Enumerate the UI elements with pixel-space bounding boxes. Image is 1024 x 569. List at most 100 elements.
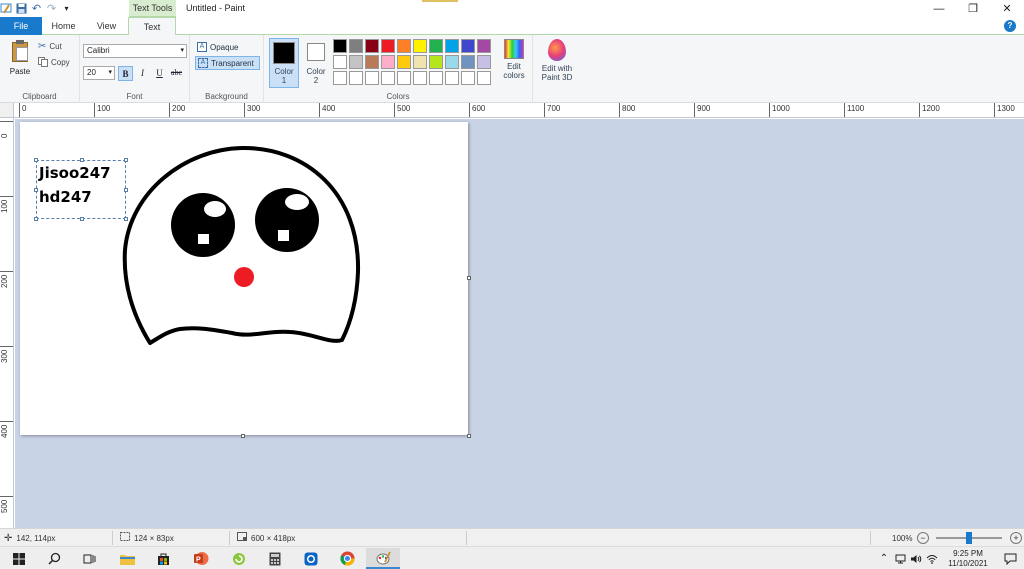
ribbon-tabs: File Home View Text ? bbox=[0, 17, 1024, 36]
palette-swatch[interactable] bbox=[365, 55, 379, 69]
minimize-button[interactable]: — bbox=[922, 0, 956, 17]
calculator-button[interactable] bbox=[258, 548, 292, 569]
help-button[interactable]: ? bbox=[1004, 20, 1016, 32]
resize-handle[interactable] bbox=[34, 217, 38, 221]
chrome-button[interactable] bbox=[330, 548, 364, 569]
palette-swatch[interactable] bbox=[461, 39, 475, 53]
greenshot-button[interactable] bbox=[222, 548, 256, 569]
drawing-canvas[interactable]: Jisoo247 hd247 bbox=[20, 122, 468, 435]
search-button[interactable] bbox=[37, 548, 71, 569]
font-size-select[interactable]: 20 ▾ bbox=[83, 66, 115, 80]
paint-icon bbox=[376, 551, 391, 565]
resize-handle[interactable] bbox=[124, 158, 128, 162]
palette-swatch[interactable] bbox=[349, 55, 363, 69]
transparent-button[interactable]: A Transparent bbox=[195, 56, 260, 70]
palette-swatch[interactable] bbox=[349, 39, 363, 53]
color1-label: Color bbox=[274, 67, 294, 76]
task-view-button[interactable] bbox=[72, 548, 106, 569]
palette-swatch[interactable] bbox=[445, 71, 459, 85]
status-separator bbox=[112, 531, 113, 545]
canvas-resize-handle-corner[interactable] bbox=[467, 434, 471, 438]
palette-swatch[interactable] bbox=[413, 71, 427, 85]
tab-text[interactable]: Text bbox=[128, 17, 176, 36]
undo-icon[interactable]: ↶ bbox=[30, 2, 43, 15]
resize-handle[interactable] bbox=[34, 158, 38, 162]
palette-swatch[interactable] bbox=[445, 55, 459, 69]
cut-label: Cut bbox=[49, 42, 62, 51]
paint-taskbar-button[interactable] bbox=[366, 548, 400, 569]
ruler-tick-label: 700 bbox=[544, 103, 560, 117]
opaque-button[interactable]: A Opaque bbox=[195, 40, 260, 54]
palette-swatch[interactable] bbox=[381, 55, 395, 69]
font-family-select[interactable]: Calibri ▾ bbox=[83, 44, 187, 58]
resize-handle[interactable] bbox=[124, 188, 128, 192]
customize-qat-icon[interactable]: ▾ bbox=[60, 2, 73, 15]
redo-icon[interactable]: ↷ bbox=[45, 2, 58, 15]
zoom-slider[interactable] bbox=[936, 532, 1002, 544]
palette-swatch[interactable] bbox=[429, 39, 443, 53]
palette-swatch[interactable] bbox=[477, 39, 491, 53]
save-icon[interactable] bbox=[15, 2, 28, 15]
palette-swatch[interactable] bbox=[477, 55, 491, 69]
palette-swatch[interactable] bbox=[381, 71, 395, 85]
powerpoint-button[interactable]: P bbox=[184, 548, 218, 569]
palette-swatch[interactable] bbox=[461, 55, 475, 69]
palette-swatch[interactable] bbox=[461, 71, 475, 85]
edit-with-paint3d-button[interactable]: Edit with Paint 3D bbox=[535, 39, 579, 87]
windows-start-button[interactable] bbox=[2, 548, 36, 569]
wifi-icon[interactable] bbox=[924, 547, 940, 569]
palette-swatch[interactable] bbox=[429, 55, 443, 69]
palette-swatch[interactable] bbox=[413, 55, 427, 69]
palette-swatch[interactable] bbox=[365, 71, 379, 85]
canvas-resize-handle-right[interactable] bbox=[467, 276, 471, 280]
palette-swatch[interactable] bbox=[381, 39, 395, 53]
palette-swatch[interactable] bbox=[477, 71, 491, 85]
canvas-resize-handle-bottom[interactable] bbox=[241, 434, 245, 438]
strikethrough-button[interactable]: abc bbox=[169, 66, 184, 81]
network-adapter-icon[interactable] bbox=[892, 547, 908, 569]
resize-handle[interactable] bbox=[80, 158, 84, 162]
color1-button[interactable]: Color 1 bbox=[269, 38, 299, 88]
resize-handle[interactable] bbox=[34, 188, 38, 192]
close-button[interactable]: ✕ bbox=[990, 0, 1024, 17]
palette-swatch[interactable] bbox=[333, 39, 347, 53]
resize-handle[interactable] bbox=[80, 217, 84, 221]
bold-button[interactable]: B bbox=[118, 66, 133, 81]
action-center-button[interactable] bbox=[996, 547, 1024, 569]
edit-colors-button[interactable]: Edit colors bbox=[498, 39, 530, 87]
color2-button[interactable]: Color 2 bbox=[302, 38, 330, 88]
paint-app-icon[interactable] bbox=[0, 2, 13, 15]
restore-button[interactable]: ❐ bbox=[956, 0, 990, 17]
palette-swatch[interactable] bbox=[429, 71, 443, 85]
palette-swatch[interactable] bbox=[397, 55, 411, 69]
text-selection-box[interactable]: Jisoo247 hd247 bbox=[34, 158, 128, 221]
tab-file[interactable]: File bbox=[0, 17, 42, 35]
palette-swatch[interactable] bbox=[365, 39, 379, 53]
cut-button[interactable]: ✂ Cut bbox=[38, 40, 62, 53]
file-explorer-button[interactable] bbox=[110, 548, 144, 569]
paste-button[interactable]: Paste bbox=[4, 39, 36, 83]
workspace[interactable]: Jisoo247 hd247 bbox=[15, 119, 1024, 528]
taskbar-clock[interactable]: 9:25 PM 11/10/2021 bbox=[940, 549, 996, 569]
palette-swatch[interactable] bbox=[445, 39, 459, 53]
palette-swatch[interactable] bbox=[397, 71, 411, 85]
copy-button[interactable]: Copy bbox=[38, 56, 70, 69]
palette-swatch[interactable] bbox=[397, 39, 411, 53]
tab-view[interactable]: View bbox=[85, 17, 128, 35]
volume-icon[interactable] bbox=[908, 547, 924, 569]
tab-home[interactable]: Home bbox=[42, 17, 85, 35]
zoom-out-button[interactable]: − bbox=[917, 532, 929, 544]
outlook-button[interactable] bbox=[294, 548, 328, 569]
underline-button[interactable]: U bbox=[152, 66, 167, 81]
resize-handle[interactable] bbox=[124, 217, 128, 221]
zoom-slider-thumb[interactable] bbox=[966, 532, 972, 544]
chevron-up-icon[interactable]: ⌃ bbox=[876, 547, 892, 569]
color2-swatch bbox=[307, 43, 325, 61]
palette-swatch[interactable] bbox=[413, 39, 427, 53]
palette-swatch[interactable] bbox=[349, 71, 363, 85]
zoom-in-button[interactable]: + bbox=[1010, 532, 1022, 544]
italic-button[interactable]: I bbox=[135, 66, 150, 81]
palette-swatch[interactable] bbox=[333, 71, 347, 85]
store-button[interactable] bbox=[146, 548, 180, 569]
palette-swatch[interactable] bbox=[333, 55, 347, 69]
